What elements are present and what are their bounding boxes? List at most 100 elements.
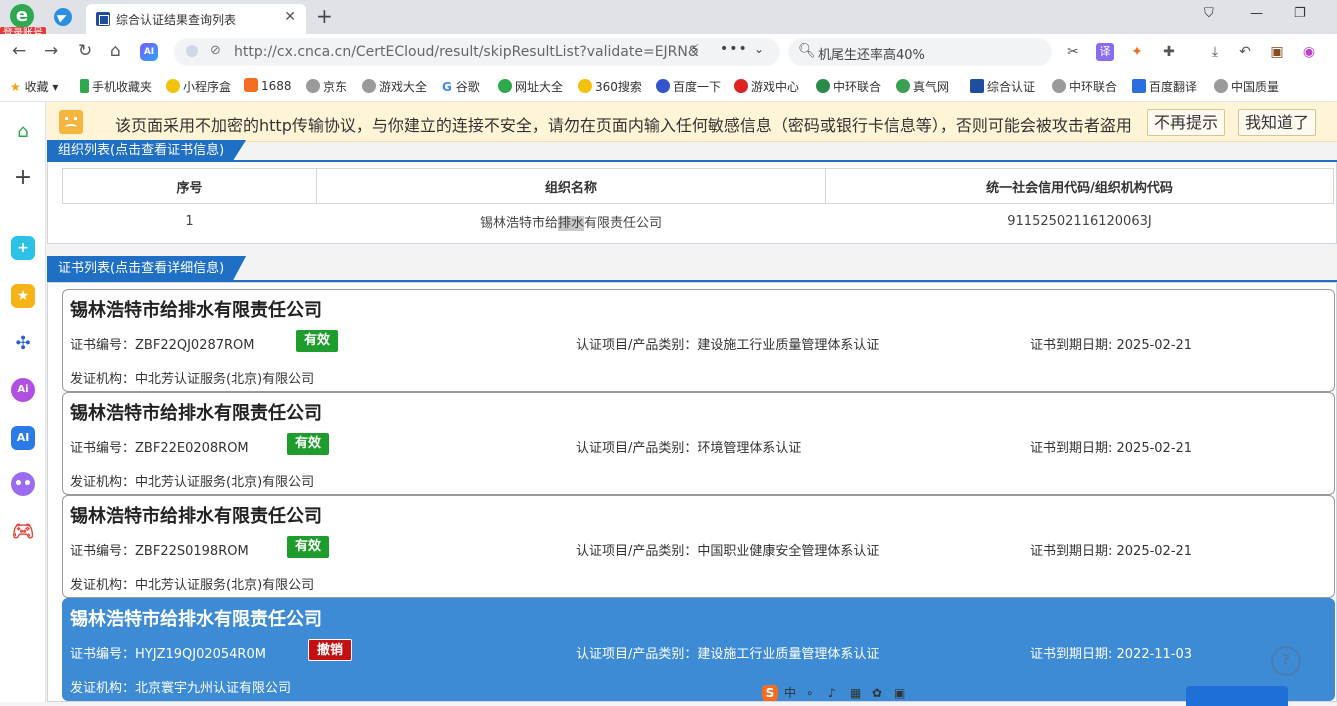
got-it-button[interactable]: 我知道了 [1238,109,1317,136]
chevron-down-icon[interactable]: ⌄ [754,42,764,56]
more-icon[interactable]: ••• [720,41,748,57]
sogou-icon[interactable]: S [762,685,778,701]
gamepad-icon[interactable]: 🎮︎ [11,520,35,544]
plus-app-icon[interactable]: + [11,236,35,260]
ai-icon[interactable]: AI [140,43,158,61]
skin-icon[interactable]: ✿ [872,686,888,702]
add-icon[interactable]: + [11,166,35,190]
browser-sidebar: ⌂ + + ★ ✣ Ai AI •• 🎮︎ [0,102,46,702]
status-badge: 有效 [287,536,330,558]
cert-issuer: 发证机构：北京寰宇九州认证有限公司 [70,681,292,696]
mic-icon[interactable]: ♪ [828,686,844,702]
cert-card-selected[interactable]: 锡林浩特市给排水有限责任公司 证书编号：HYJZ19QJ02054R0M 撤销 … [62,598,1335,701]
star-app-icon[interactable]: ★ [11,284,35,308]
cert-company-name: 锡林浩特市给排水有限责任公司 [70,300,322,321]
robot-icon[interactable]: •• [11,472,35,496]
column-header-index: 序号 [62,168,317,204]
download-icon[interactable]: ⤓ [1206,43,1224,61]
bookmark-item[interactable]: 百度翻译 [1132,78,1197,95]
home-icon[interactable]: ⌂ [11,120,35,144]
cert-project: 认证项目/产品类别：建设施工行业质量管理体系认证 [576,338,880,353]
new-tab-icon[interactable]: + [316,4,333,28]
org-name[interactable]: 锡林浩特市给排水有限责任公司 [316,203,826,239]
bookmark-item[interactable]: 真气网 [896,78,949,95]
cert-project: 认证项目/产品类别：中国职业健康安全管理体系认证 [576,544,880,559]
cert-number: 证书编号：HYJZ19QJ02054R0M [70,647,266,662]
ime-toolbar[interactable]: S 中 ∘ ♪ ▦ ✿ ▣ [762,684,962,702]
tab-close-icon[interactable]: ✕ [284,9,296,25]
bookmark-item[interactable]: 中环联合 [1052,78,1117,95]
translate-icon[interactable]: 译 [1096,43,1114,61]
status-badge: 撤销 [308,639,353,661]
bookmark-item[interactable]: G 谷歌 [442,78,480,95]
punctuation-icon[interactable]: ∘ [806,686,822,702]
org-panel: 序号 组织名称 统一社会信用代码/组织机构代码 1 锡林浩特市给排水有限责任公司… [47,162,1337,244]
warning-message: 该页面采用不加密的http传输协议，与你建立的连接不安全，请勿在页面内输入任何敏… [115,116,1132,135]
help-float-icon[interactable]: ? [1271,646,1301,676]
telegram-icon[interactable] [54,8,72,26]
cert-card[interactable]: 锡林浩特市给排水有限责任公司 证书编号：ZBF22S0198ROM 有效 认证项… [62,495,1335,598]
warning-face-icon [59,110,83,134]
org-table: 序号 组织名称 统一社会信用代码/组织机构代码 1 锡林浩特市给排水有限责任公司… [62,168,1334,239]
bookmark-item[interactable]: 百度一下 [656,78,721,95]
scissors-icon[interactable]: ✂ [1064,43,1082,61]
apps-icon[interactable]: ▣ [894,686,910,702]
org-table-header: 序号 组织名称 统一社会信用代码/组织机构代码 [62,168,1334,204]
bookmark-item[interactable]: 1688 [244,78,292,93]
back-icon[interactable]: ← [12,41,26,61]
maximize-icon[interactable]: ❐ [1294,6,1306,21]
cert-card[interactable]: 锡林浩特市给排水有限责任公司 证书编号：ZBF22E0208ROM 有效 认证项… [62,392,1335,495]
bookmark-item[interactable]: 中国质量 [1214,78,1279,95]
keyboard-icon[interactable]: ▦ [850,686,866,702]
extensions-icon[interactable]: ✚ [1160,43,1178,61]
cert-expiry: 证书到期日期: 2025-02-21 [1030,544,1193,559]
org-table-row[interactable]: 1 锡林浩特市给排水有限责任公司 91152502116120063J [62,203,1334,239]
home-icon[interactable]: ⌂ [110,41,121,61]
online-chat-button[interactable] [1186,686,1288,706]
column-header-credit-code: 统一社会信用代码/组织机构代码 [825,168,1334,204]
org-index: 1 [62,203,317,239]
bookmark-item[interactable]: 360搜索 [578,78,642,95]
bookmark-favorites[interactable]: ★ 收藏 ▾ [10,78,58,95]
site-info-icon[interactable] [186,45,198,57]
tab-strip: e 登录账号 综合认证结果查询列表 ✕ + ⛉ — ❐ [0,0,1337,41]
bookmark-item[interactable]: 小程序盒 [166,78,231,95]
ai-chat-icon[interactable]: Ai [11,378,35,402]
bookmark-item[interactable]: 中环联合 [816,78,881,95]
search-text[interactable]: 机尾生还率高40% [818,44,925,63]
bookmark-item[interactable]: 京东 [306,78,347,95]
game-icon[interactable]: ✦ [1128,43,1146,61]
undo-icon[interactable]: ↶ [1236,43,1254,61]
bookmark-item[interactable]: 游戏中心 [734,78,799,95]
cert-expiry: 证书到期日期: 2025-02-21 [1030,338,1193,353]
language-icon[interactable]: 中 [784,684,800,700]
cert-expiry: 证书到期日期: 2025-02-21 [1030,441,1193,456]
cert-company-name: 锡林浩特市给排水有限责任公司 [70,506,322,527]
ai-assistant-icon[interactable]: ◉ [1300,43,1318,61]
url-text[interactable]: http://cx.cnca.cn/CertECloud/result/skip… [234,44,699,60]
network-icon[interactable]: ✣ [11,332,35,356]
search-box[interactable]: 🔍︎ 机尾生还率高40% [788,38,1052,66]
bookmark-item[interactable]: 游戏大全 [362,78,427,95]
briefcase-icon[interactable]: ▣ [1268,43,1286,61]
address-bar[interactable]: ⊘ http://cx.cnca.cn/CertECloud/result/sk… [174,38,780,66]
org-credit-code: 91152502116120063J [825,203,1334,239]
cert-expiry: 证书到期日期: 2022-11-03 [1030,647,1193,662]
minimize-icon[interactable]: — [1250,6,1263,21]
cert-project: 认证项目/产品类别：环境管理体系认证 [576,441,802,456]
reload-icon[interactable]: ↻ [78,41,92,61]
active-tab[interactable]: 综合认证结果查询列表 ✕ [86,4,306,34]
navigation-bar: ← → ↻ ⌂ AI ⊘ http://cx.cnca.cn/CertEClou… [0,34,1337,70]
cert-card[interactable]: 锡林浩特市给排水有限责任公司 证书编号：ZBF22QJ0287ROM 有效 认证… [62,289,1335,392]
forward-icon[interactable]: → [44,41,58,61]
lightning-icon[interactable]: ⚡ [690,42,700,58]
no-remind-button[interactable]: 不再提示 [1147,109,1226,136]
shirt-icon[interactable]: ⛉ [1204,6,1214,21]
insecure-lock-icon[interactable]: ⊘ [210,43,221,58]
bookmark-item[interactable]: 网址大全 [498,78,563,95]
bookmark-item[interactable]: 手机收藏夹 [80,78,152,95]
cert-company-name: 锡林浩特市给排水有限责任公司 [70,403,322,424]
bookmark-item[interactable]: 综合认证 [970,78,1035,95]
ai-app-icon[interactable]: AI [11,426,35,450]
cert-number: 证书编号：ZBF22E0208ROM [70,441,249,456]
